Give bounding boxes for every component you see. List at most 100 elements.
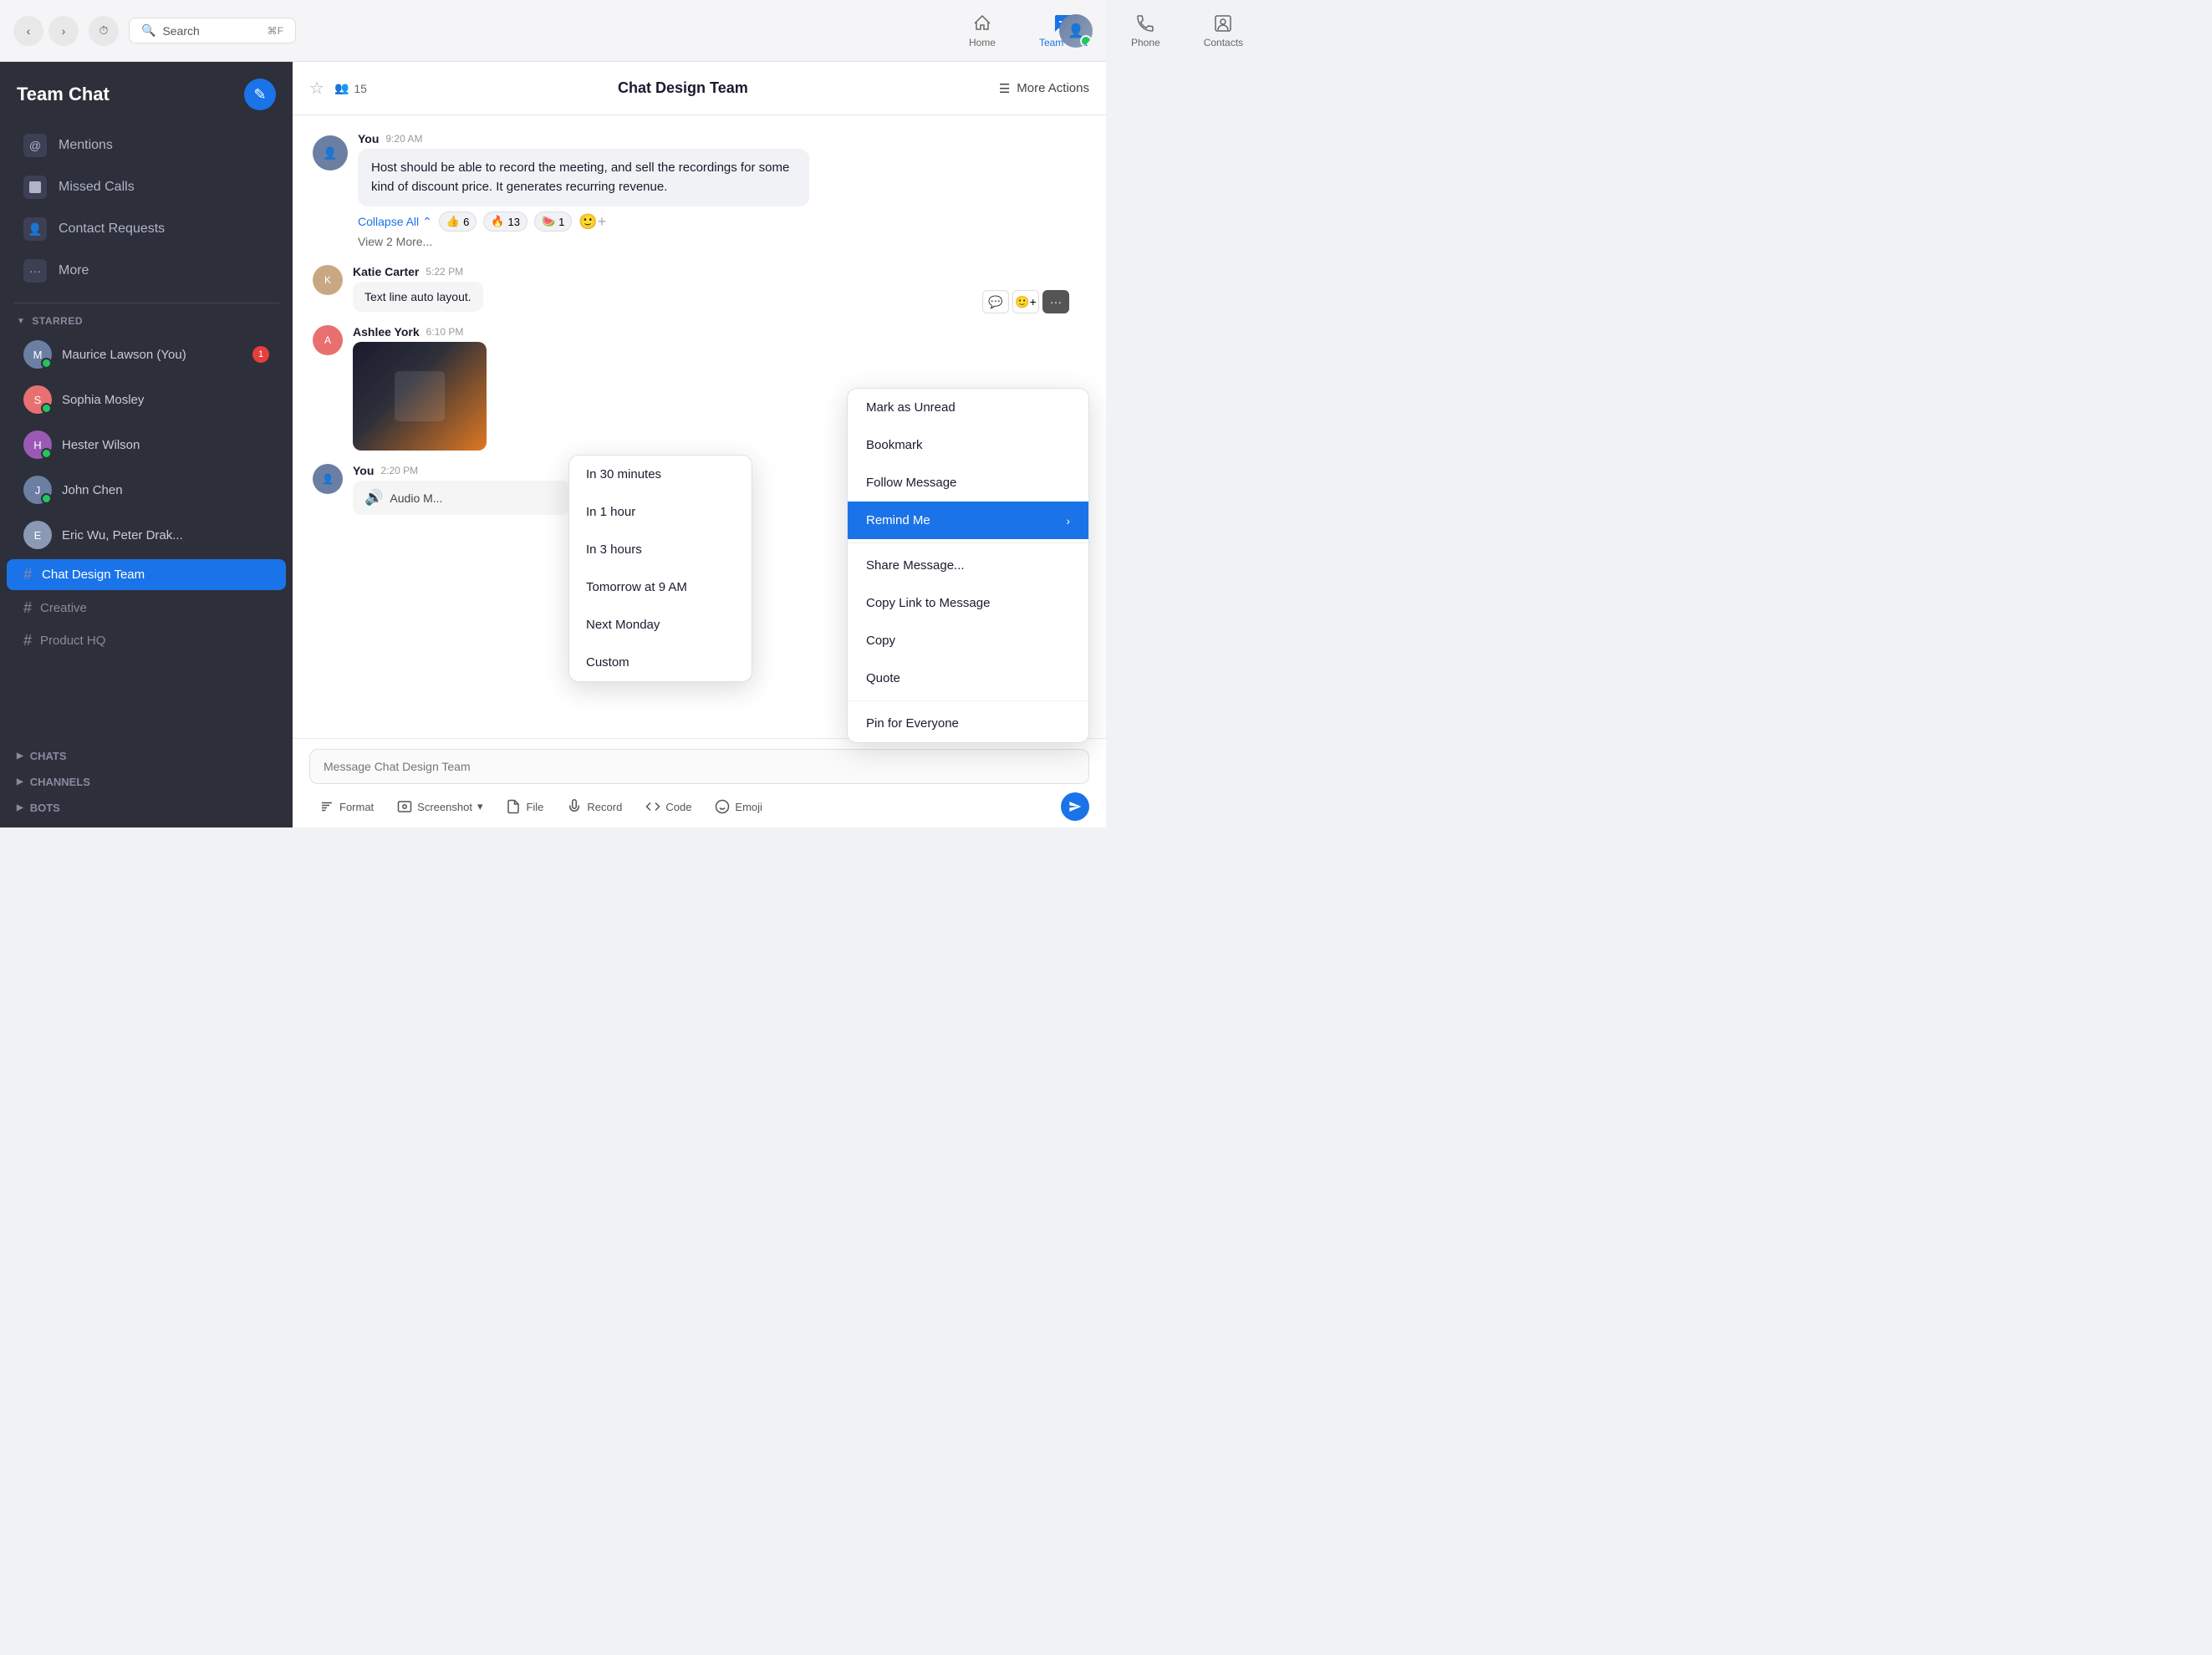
context-divider-2 xyxy=(848,700,1088,701)
back-button[interactable]: ‹ xyxy=(13,16,43,46)
record-label: Record xyxy=(587,801,622,813)
context-pin-everyone[interactable]: Pin for Everyone xyxy=(848,705,1088,742)
context-quote[interactable]: Quote xyxy=(848,659,1088,697)
remind-30min[interactable]: In 30 minutes xyxy=(569,456,752,493)
avatar-eric: E xyxy=(23,521,52,549)
context-mark-unread[interactable]: Mark as Unread xyxy=(848,389,1088,426)
format-button[interactable]: Format xyxy=(309,794,384,819)
members-count: 15 xyxy=(354,82,367,95)
contact-name-hester: Hester Wilson xyxy=(62,438,140,452)
image-message xyxy=(353,342,487,451)
search-bar[interactable]: 🔍 Search ⌘F xyxy=(129,18,296,43)
context-remind-me[interactable]: Remind Me › xyxy=(848,502,1088,539)
context-follow-message[interactable]: Follow Message xyxy=(848,464,1088,502)
message-actions-2: 💬 🙂+ ··· xyxy=(982,290,1069,313)
screenshot-dropdown-arrow: ▾ xyxy=(477,800,483,813)
time-3: 6:10 PM xyxy=(426,326,464,338)
members-button[interactable]: 👥 15 xyxy=(334,81,367,95)
remind-custom[interactable]: Custom xyxy=(569,644,752,681)
nav-phone[interactable]: Phone xyxy=(1123,8,1169,53)
remind-1hour[interactable]: In 1 hour xyxy=(569,493,752,531)
channel-item-creative[interactable]: # Creative xyxy=(7,593,286,623)
forward-button[interactable]: › xyxy=(48,16,79,46)
nav-contacts-label: Contacts xyxy=(1204,37,1243,48)
more-action-btn[interactable]: ··· xyxy=(1042,290,1069,313)
remind-tomorrow[interactable]: Tomorrow at 9 AM xyxy=(569,568,752,606)
react-action-btn[interactable]: 🙂+ xyxy=(1012,290,1039,313)
history-button[interactable]: ⏱ xyxy=(89,16,119,46)
channel-name-chat-design-team: Chat Design Team xyxy=(42,568,145,582)
contact-item-john[interactable]: J John Chen xyxy=(7,469,286,511)
main-layout: Team Chat ✎ @ Mentions Missed Calls 👤 Co… xyxy=(0,62,1106,828)
context-pin-label: Pin for Everyone xyxy=(866,716,959,731)
context-share-message[interactable]: Share Message... xyxy=(848,547,1088,584)
starred-section-header[interactable]: ▼ STARRED xyxy=(0,310,293,332)
remind-monday[interactable]: Next Monday xyxy=(569,606,752,644)
channels-section[interactable]: ▶ CHANNELS xyxy=(0,769,293,795)
add-reaction-button[interactable]: 🙂+ xyxy=(578,213,606,231)
code-label: Code xyxy=(665,801,691,813)
channel-hash-3: # xyxy=(23,632,32,649)
chats-section[interactable]: ▶ CHATS xyxy=(0,743,293,769)
reaction-thumbs-up[interactable]: 👍 6 xyxy=(439,211,477,232)
contact-item-hester[interactable]: H Hester Wilson xyxy=(7,424,286,466)
missed-calls-label: Missed Calls xyxy=(59,180,135,195)
sidebar-item-contact-requests[interactable]: 👤 Contact Requests xyxy=(7,209,286,249)
reply-action-btn[interactable]: 💬 xyxy=(982,290,1009,313)
audio-icon: 🔊 xyxy=(364,489,383,507)
chevron-right-icon: › xyxy=(1066,514,1070,527)
context-remind-label: Remind Me xyxy=(866,513,930,527)
channel-item-chat-design-team[interactable]: # Chat Design Team xyxy=(7,559,286,590)
reaction-watermelon[interactable]: 🍉 1 xyxy=(534,211,572,232)
sidebar-header: Team Chat ✎ xyxy=(0,62,293,120)
context-quote-label: Quote xyxy=(866,671,900,685)
context-divider-1 xyxy=(848,542,1088,543)
sidebar-item-mentions[interactable]: @ Mentions xyxy=(7,125,286,166)
contact-item-maurice[interactable]: M Maurice Lawson (You) 1 xyxy=(7,334,286,375)
channels-arrow: ▶ xyxy=(17,777,23,787)
compose-button[interactable]: ✎ xyxy=(244,79,276,110)
bots-section[interactable]: ▶ BOTS xyxy=(0,795,293,821)
message-group-1: 👤 You 9:20 AM Host should be able to rec… xyxy=(313,132,1086,252)
nav-contacts[interactable]: Contacts xyxy=(1195,8,1251,53)
code-button[interactable]: Code xyxy=(635,794,701,819)
contact-item-eric[interactable]: E Eric Wu, Peter Drak... xyxy=(7,514,286,556)
context-bookmark[interactable]: Bookmark xyxy=(848,426,1088,464)
screenshot-button[interactable]: Screenshot ▾ xyxy=(387,794,492,819)
context-copy[interactable]: Copy xyxy=(848,622,1088,659)
context-copy-link[interactable]: Copy Link to Message xyxy=(848,584,1088,622)
reaction-count-3: 1 xyxy=(558,216,564,228)
audio-label: Audio M... xyxy=(390,491,442,505)
user-avatar[interactable]: 👤 xyxy=(1059,14,1093,48)
collapse-all-button[interactable]: Collapse All ⌃ xyxy=(358,215,432,229)
nav-phone-label: Phone xyxy=(1131,37,1160,48)
avatar-hester: H xyxy=(23,430,52,459)
message-input[interactable] xyxy=(309,749,1089,784)
view-more-label: View 2 More... xyxy=(358,235,432,248)
contact-name-john: John Chen xyxy=(62,483,123,497)
chat-header: ☆ 👥 15 Chat Design Team ☰ More Actions xyxy=(293,62,1106,115)
message-row-2: K Katie Carter 5:22 PM Text line auto la… xyxy=(313,265,1086,312)
message-meta-1: You 9:20 AM xyxy=(358,132,1086,145)
channel-name-product-hq: Product HQ xyxy=(40,634,105,648)
nav-home[interactable]: Home xyxy=(961,8,1004,53)
sidebar-item-more[interactable]: ··· More xyxy=(7,251,286,291)
send-button[interactable] xyxy=(1061,792,1089,821)
file-button[interactable]: File xyxy=(496,794,553,819)
more-actions-button[interactable]: ☰ More Actions xyxy=(999,81,1089,96)
audio-message: 🔊 Audio M... xyxy=(353,481,570,515)
remind-3hours[interactable]: In 3 hours xyxy=(569,531,752,568)
badge-maurice: 1 xyxy=(252,346,269,363)
view-more-button[interactable]: View 2 More... xyxy=(358,232,432,252)
reaction-emoji-1: 👍 xyxy=(446,215,460,228)
channel-item-product-hq[interactable]: # Product HQ xyxy=(7,626,286,655)
contact-item-sophia[interactable]: S Sophia Mosley xyxy=(7,379,286,420)
reaction-emoji-2: 🔥 xyxy=(491,215,504,228)
record-button[interactable]: Record xyxy=(557,794,632,819)
reaction-fire[interactable]: 🔥 13 xyxy=(483,211,528,232)
star-button[interactable]: ☆ xyxy=(309,78,324,99)
emoji-button[interactable]: Emoji xyxy=(705,794,772,819)
sender-2: Katie Carter xyxy=(353,265,419,278)
sidebar-item-missed-calls[interactable]: Missed Calls xyxy=(7,167,286,207)
message-group-2: K Katie Carter 5:22 PM Text line auto la… xyxy=(313,265,1086,312)
